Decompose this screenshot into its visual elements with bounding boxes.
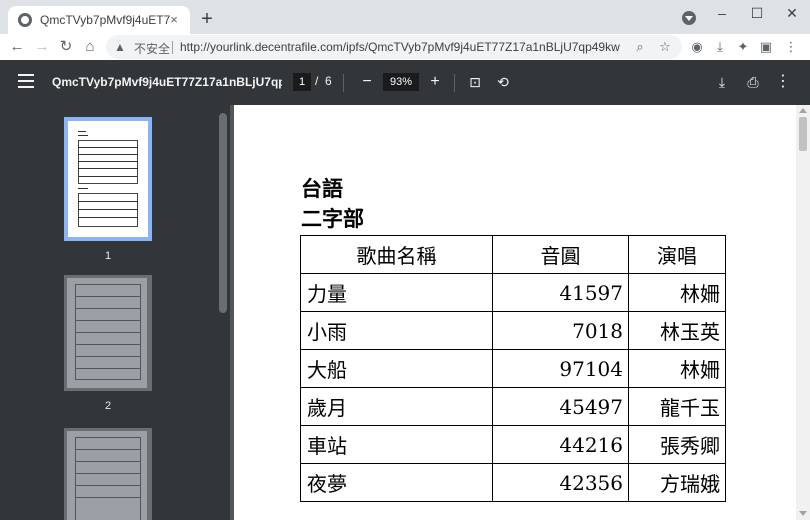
reload-icon[interactable]: ↻ bbox=[56, 37, 76, 57]
song-singer: 林姍 bbox=[628, 273, 726, 312]
zoom-in-icon[interactable]: + bbox=[424, 71, 446, 93]
fit-to-page-icon[interactable]: ⊡ bbox=[464, 71, 486, 93]
table-row: 力量 41597 林姍 bbox=[300, 273, 726, 312]
total-pages: 6 bbox=[325, 74, 332, 88]
table-row: 車站 44216 張秀卿 bbox=[300, 425, 726, 464]
page-thumbnail-3[interactable] bbox=[64, 428, 152, 520]
scroll-up-icon[interactable] bbox=[799, 108, 807, 113]
table-row: 大船 97104 林姍 bbox=[300, 349, 726, 388]
table-row: 小雨 7018 林玉英 bbox=[300, 311, 726, 350]
globe-icon bbox=[18, 13, 32, 27]
document-scrollbar[interactable] bbox=[796, 105, 810, 520]
browser-tab[interactable]: QmcTVyb7pMvf9j4uET77Z17a × bbox=[8, 6, 190, 34]
tab-search-icon[interactable] bbox=[682, 11, 696, 25]
song-name: 歲月 bbox=[300, 387, 493, 426]
song-name: 力量 bbox=[300, 273, 493, 312]
browser-menu-icon[interactable]: ⋮ bbox=[782, 38, 800, 56]
header-song-name: 歌曲名稱 bbox=[300, 235, 493, 274]
download-icon[interactable]: ⤓ bbox=[711, 38, 729, 56]
song-code: 44216 bbox=[492, 425, 629, 464]
tab-strip: QmcTVyb7pMvf9j4uET77Z17a × + – ☐ ✕ bbox=[0, 0, 810, 34]
thumbnail-label: 2 bbox=[104, 400, 112, 412]
section-heading: 二字部 bbox=[301, 207, 364, 231]
song-code: 7018 bbox=[492, 311, 629, 350]
page-number-input[interactable]: 1 bbox=[293, 73, 311, 91]
sidebar-scrollbar[interactable] bbox=[216, 105, 230, 520]
minimize-icon[interactable]: – bbox=[710, 4, 734, 22]
maximize-icon[interactable]: ☐ bbox=[745, 4, 769, 22]
new-tab-button[interactable]: + bbox=[197, 9, 217, 29]
forward-icon[interactable]: → bbox=[32, 37, 52, 57]
download-icon[interactable]: ⤓ bbox=[711, 71, 733, 93]
song-code: 45497 bbox=[492, 387, 629, 426]
toolbar-divider bbox=[343, 74, 344, 92]
song-name: 車站 bbox=[300, 425, 493, 464]
page-separator: / bbox=[315, 74, 319, 88]
url-text[interactable]: http://yourlink.decentrafile.com/ipfs/Qm… bbox=[180, 40, 620, 54]
puzzle-icon[interactable]: ✦ bbox=[734, 38, 752, 56]
pdf-toolbar: QmcTVyb7pMvf9j4uET77Z17a1nBLjU7qp49k... … bbox=[0, 60, 810, 105]
rotate-icon[interactable]: ⟲ bbox=[492, 71, 514, 93]
table-header-row: 歌曲名稱 音圓 演唱 bbox=[300, 235, 726, 274]
document-viewport: 台語 二字部 歌曲名稱 音圓 演唱 力量 41597 林姍 小雨 7018 林玉… bbox=[230, 105, 796, 520]
pdf-page: 台語 二字部 歌曲名稱 音圓 演唱 力量 41597 林姍 小雨 7018 林玉… bbox=[234, 105, 796, 520]
scrollbar-thumb[interactable] bbox=[799, 117, 807, 151]
menu-icon[interactable] bbox=[18, 74, 34, 90]
song-name: 小雨 bbox=[300, 311, 493, 350]
address-bar[interactable]: ▲ 不安全 http://yourlink.decentrafile.com/i… bbox=[106, 35, 682, 59]
song-singer: 林玉英 bbox=[628, 311, 726, 350]
insecure-label[interactable]: 不安全 bbox=[134, 40, 170, 57]
extension-icon[interactable]: ◉ bbox=[688, 38, 706, 56]
profile-avatar-icon[interactable]: ▣ bbox=[757, 38, 775, 56]
scroll-down-icon[interactable] bbox=[799, 511, 807, 516]
song-table: 歌曲名稱 音圓 演唱 力量 41597 林姍 小雨 7018 林玉英 大船 97… bbox=[300, 235, 726, 502]
tab-title: QmcTVyb7pMvf9j4uET77Z17a bbox=[40, 13, 170, 27]
home-icon[interactable]: ⌂ bbox=[80, 37, 100, 57]
more-actions-icon[interactable]: ⋮ bbox=[772, 71, 794, 93]
language-heading: 台語 bbox=[301, 177, 343, 201]
table-row: 夜夢 42356 方瑞娥 bbox=[300, 463, 726, 502]
window-close-icon[interactable]: ✕ bbox=[780, 4, 804, 22]
song-code: 97104 bbox=[492, 349, 629, 388]
zoom-search-icon[interactable]: ⌕ bbox=[632, 39, 648, 55]
song-name: 大船 bbox=[300, 349, 493, 388]
song-code: 41597 bbox=[492, 273, 629, 312]
song-name: 夜夢 bbox=[300, 463, 493, 502]
page-thumbnail-2[interactable]: 2 bbox=[64, 275, 152, 412]
toolbar-divider bbox=[454, 74, 455, 92]
song-singer: 方瑞娥 bbox=[628, 463, 726, 502]
header-code: 音圓 bbox=[492, 235, 629, 274]
song-singer: 林姍 bbox=[628, 349, 726, 388]
header-singer: 演唱 bbox=[628, 235, 726, 274]
table-row: 歲月 45497 龍千玉 bbox=[300, 387, 726, 426]
tab-close-button[interactable]: × bbox=[166, 12, 182, 28]
document-title: QmcTVyb7pMvf9j4uET77Z17a1nBLjU7qp49k... bbox=[52, 75, 282, 89]
thumbnail-label: 1 bbox=[104, 250, 112, 262]
print-icon[interactable]: ⎙ bbox=[742, 71, 764, 93]
back-icon[interactable]: ← bbox=[7, 37, 27, 57]
omnibox-divider bbox=[172, 41, 173, 54]
song-code: 42356 bbox=[492, 463, 629, 502]
thumbnail-sidebar: 1 2 bbox=[0, 105, 216, 520]
warning-icon: ▲ bbox=[114, 40, 126, 54]
song-singer: 張秀卿 bbox=[628, 425, 726, 464]
zoom-out-icon[interactable]: − bbox=[356, 71, 378, 93]
zoom-level-input[interactable]: 93% bbox=[383, 73, 419, 91]
song-singer: 龍千玉 bbox=[628, 387, 726, 426]
bookmark-star-icon[interactable]: ☆ bbox=[657, 39, 673, 55]
page-thumbnail-1[interactable]: 1 bbox=[64, 117, 152, 262]
browser-toolbar: ← → ↻ ⌂ ▲ 不安全 http://yourlink.decentrafi… bbox=[0, 34, 810, 60]
